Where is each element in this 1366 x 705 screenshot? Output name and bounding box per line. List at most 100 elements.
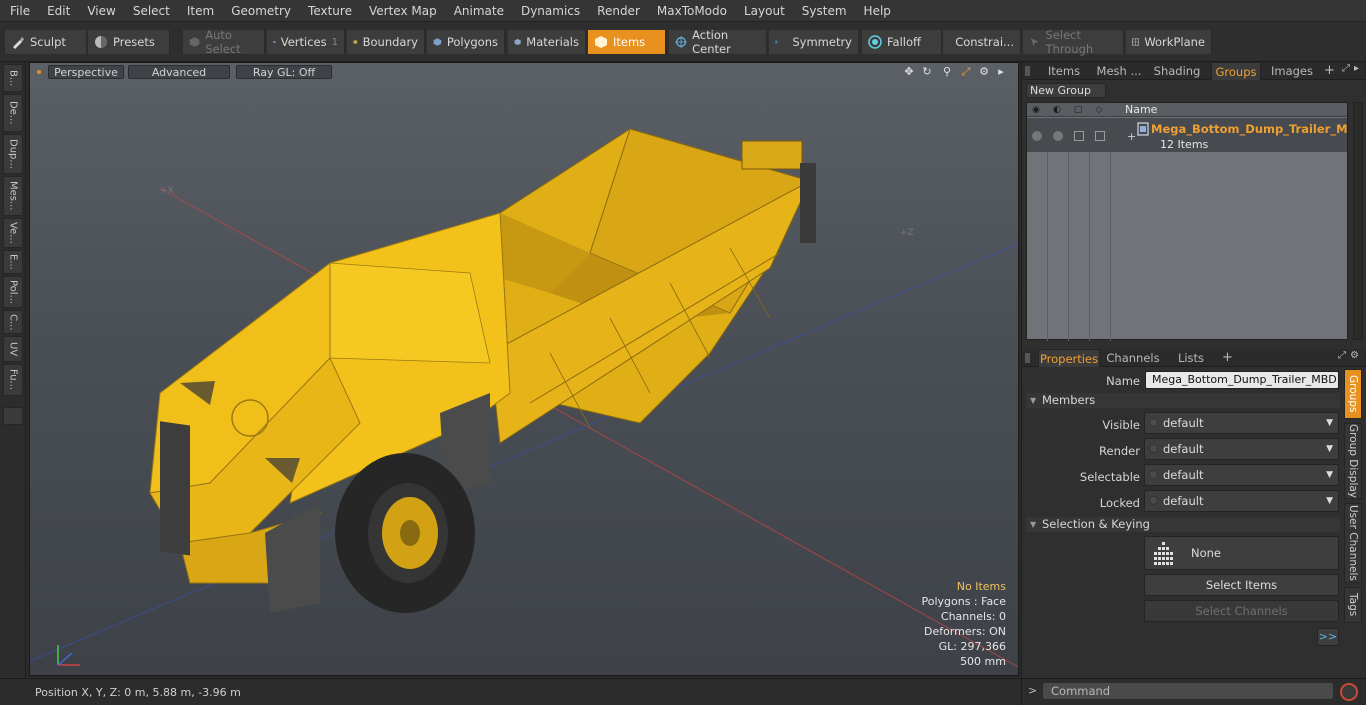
fit-icon[interactable]: ⤢ — [959, 65, 973, 79]
selection-info: No Items — [956, 580, 1006, 593]
left-tab-deform[interactable]: De... — [3, 94, 23, 132]
zoom-icon[interactable]: ⚲ — [940, 65, 954, 79]
pan-icon[interactable]: ✥ — [902, 65, 916, 79]
polygons-button[interactable]: Polygons — [427, 30, 505, 54]
lock-icon[interactable]: ▢ — [1072, 104, 1084, 116]
crosshair-icon — [675, 35, 688, 49]
menu-render[interactable]: Render — [587, 0, 647, 22]
trailer-model[interactable]: +X +Z — [30, 63, 1019, 676]
row-visibility-icon[interactable] — [1032, 131, 1042, 141]
select-channels-button[interactable]: Select Channels — [1144, 600, 1339, 622]
side-tab-tags[interactable]: Tags — [1344, 587, 1362, 623]
locked-dropdown[interactable]: default ▼ — [1144, 490, 1339, 512]
tab-channels[interactable]: Channels — [1106, 349, 1160, 367]
menu-texture[interactable]: Texture — [298, 0, 359, 22]
items-label: Items — [613, 35, 646, 49]
menu-view[interactable]: View — [77, 0, 122, 22]
presets-button[interactable]: Presets — [88, 30, 170, 54]
left-tab-extra[interactable] — [3, 407, 23, 425]
left-tab-edge[interactable]: E... — [3, 250, 23, 274]
tab-mesh[interactable]: Mesh ... — [1095, 62, 1143, 80]
side-tab-groups[interactable]: Groups — [1344, 369, 1362, 419]
record-icon[interactable] — [1340, 683, 1358, 701]
add-tab-icon[interactable]: + — [1222, 349, 1234, 367]
panel-grip[interactable] — [1025, 66, 1030, 76]
viewport-gear-icon[interactable]: ⚙ — [977, 65, 991, 79]
tab-items[interactable]: Items — [1042, 62, 1086, 80]
command-bar: > Command — [1022, 678, 1366, 705]
menu-select[interactable]: Select — [123, 0, 177, 22]
expand-button[interactable]: >> — [1317, 628, 1339, 646]
view-mode-dropdown[interactable]: Perspective — [48, 65, 124, 79]
left-tab-mesh[interactable]: Mes... — [3, 176, 23, 216]
falloff-button[interactable]: Falloff — [862, 30, 942, 54]
menu-geometry[interactable]: Geometry — [221, 0, 298, 22]
workplane-button[interactable]: WorkPlane — [1126, 30, 1212, 54]
raygl-toggle[interactable]: Ray GL: Off — [236, 65, 332, 79]
menu-layout[interactable]: Layout — [734, 0, 792, 22]
menu-help[interactable]: Help — [854, 0, 898, 22]
menu-maxtomodo[interactable]: MaxToModo — [647, 0, 734, 22]
menu-system[interactable]: System — [792, 0, 854, 22]
materials-button[interactable]: Materials — [508, 30, 586, 54]
3d-viewport[interactable]: +X +Z Perspective Advanced Ray GL: Off ✥… — [29, 62, 1019, 676]
rotate-icon[interactable]: ↻ — [920, 65, 934, 79]
menu-vertex-map[interactable]: Vertex Map — [359, 0, 444, 22]
menu-item[interactable]: Item — [177, 0, 221, 22]
tab-shading[interactable]: Shading — [1152, 62, 1202, 80]
left-tab-curve[interactable]: C... — [3, 310, 23, 334]
selectable-dropdown[interactable]: default ▼ — [1144, 464, 1339, 486]
panel-tools-icon[interactable]: ⤢⚙ — [1338, 350, 1363, 361]
command-input[interactable]: Command — [1042, 682, 1334, 700]
row-render-icon[interactable] — [1053, 131, 1063, 141]
group-row[interactable]: + Mega_Bottom_Dump_Trailer_M... 12 Items — [1027, 118, 1347, 152]
side-tab-user-channels[interactable]: User Channels — [1344, 503, 1362, 583]
left-tab-basic[interactable]: B... — [3, 64, 23, 92]
left-tab-vertex[interactable]: Ve... — [3, 218, 23, 248]
groups-scrollbar[interactable] — [1353, 102, 1363, 340]
tab-groups[interactable]: Groups — [1211, 62, 1261, 80]
vertices-count: 1 — [331, 36, 338, 48]
panel-tools-icon[interactable]: ⤢▸ — [1342, 63, 1363, 74]
sculpt-button[interactable]: Sculpt — [5, 30, 87, 54]
auto-select-button[interactable]: Auto Select — [183, 28, 265, 56]
row-lock-icon[interactable] — [1074, 131, 1084, 141]
render-icon[interactable]: ◐ — [1051, 104, 1063, 116]
visibility-eye-icon[interactable]: ◉ — [1030, 104, 1042, 116]
position-readout: Position X, Y, Z: 0 m, 5.88 m, -3.96 m — [35, 685, 241, 699]
tab-images[interactable]: Images — [1268, 62, 1316, 80]
members-section[interactable]: ▼ Members — [1026, 393, 1340, 408]
items-button[interactable]: Items — [588, 30, 666, 54]
select-items-button[interactable]: Select Items — [1144, 574, 1339, 596]
group-name-field[interactable]: Mega_Bottom_Dump_Trailer_MBD100_ — [1145, 371, 1339, 389]
left-tab-uv[interactable]: UV — [3, 336, 23, 362]
new-group-button[interactable]: New Group — [1026, 83, 1106, 98]
left-tab-fusion[interactable]: Fu... — [3, 364, 23, 396]
viewport-menu-icon[interactable]: ▸ — [994, 65, 1008, 79]
menu-animate[interactable]: Animate — [444, 0, 511, 22]
tab-lists[interactable]: Lists — [1172, 349, 1210, 367]
shading-mode-dropdown[interactable]: Advanced — [128, 65, 230, 79]
menu-dynamics[interactable]: Dynamics — [511, 0, 587, 22]
none-keying-button[interactable]: None — [1144, 536, 1339, 570]
symmetry-button[interactable]: Symmetry — [769, 30, 859, 54]
expand-plus-icon[interactable]: + — [1127, 130, 1136, 143]
selection-keying-section[interactable]: ▼ Selection & Keying — [1026, 517, 1340, 532]
select-through-button[interactable]: Select Through — [1023, 28, 1124, 56]
left-tab-duplicate[interactable]: Dup... — [3, 134, 23, 174]
left-tab-polygon[interactable]: Pol... — [3, 276, 23, 308]
tab-properties[interactable]: Properties — [1038, 349, 1100, 367]
visible-dropdown[interactable]: default ▼ — [1144, 412, 1339, 434]
side-tab-group-display[interactable]: Group Display — [1344, 423, 1362, 499]
select-icon[interactable]: ◇ — [1093, 104, 1105, 116]
action-center-button[interactable]: Action Center — [669, 28, 767, 56]
row-select-icon[interactable] — [1095, 131, 1105, 141]
constraints-button[interactable]: Constrai... — [943, 30, 1021, 54]
add-tab-icon[interactable]: + — [1324, 62, 1336, 80]
menu-edit[interactable]: Edit — [37, 0, 77, 22]
boundary-button[interactable]: Boundary — [347, 30, 425, 54]
render-dropdown[interactable]: default ▼ — [1144, 438, 1339, 460]
panel-grip[interactable] — [1025, 353, 1030, 363]
vertices-button[interactable]: Vertices 1 — [267, 30, 345, 54]
menu-file[interactable]: File — [0, 0, 37, 22]
